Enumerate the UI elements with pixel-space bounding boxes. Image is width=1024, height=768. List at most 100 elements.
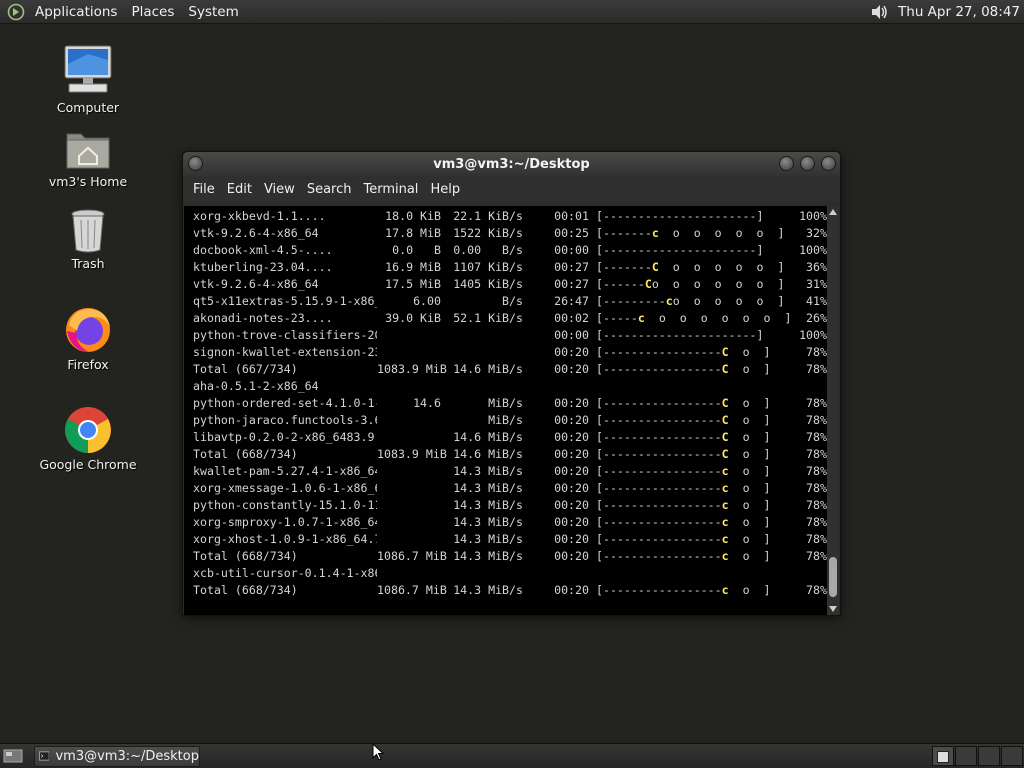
workspace-2[interactable]	[955, 746, 977, 766]
progress-bar-rest: o ]	[728, 532, 771, 546]
volume-icon[interactable]	[868, 1, 890, 23]
package-size	[377, 429, 441, 446]
progress-bar-rest: o ]	[728, 498, 771, 512]
download-speed: 1522 KiB/s	[453, 226, 523, 240]
package-size	[377, 463, 441, 480]
progress-bar: [----------------------]	[589, 208, 789, 225]
package-name: ktuberling-23.04....	[193, 260, 333, 274]
progress-bar: [-----------------C o ]	[589, 361, 789, 378]
package-size	[377, 497, 441, 514]
download-eta: 00:20	[554, 362, 589, 376]
progress-bar-rest: o ]	[728, 362, 771, 376]
progress-bar: [-----------------C o ]	[589, 395, 789, 412]
download-speed: 14.3 MiB/s	[453, 583, 523, 597]
package-name: qt5-x11extras-5.15.9-1-x86_64iB	[193, 294, 377, 308]
progress-bar-fill: [----------------------	[589, 328, 757, 342]
terminal-scrollbar[interactable]	[827, 206, 839, 615]
progress-pacman: c	[665, 294, 673, 308]
terminal-line: python-ordered-set-4.1.0-1-anyB 14.6 MiB/s…	[193, 395, 827, 412]
download-eta: 00:01	[554, 209, 589, 223]
progress-bar-fill: [-------	[589, 226, 652, 240]
download-speed: 52.1 KiB/s	[453, 311, 523, 325]
trash-icon	[71, 209, 105, 253]
progress-bar-fill: [-----------------	[589, 532, 722, 546]
top-panel: Applications Places System Thu Apr 27, 0…	[0, 0, 1024, 24]
window-titlebar[interactable]: vm3@vm3:~/Desktop	[183, 152, 840, 176]
package-size: 18.0 KiB	[385, 209, 441, 223]
progress-bar-fill	[589, 566, 596, 580]
menu-file[interactable]: File	[187, 182, 221, 197]
progress-bar-fill: [-----------------	[589, 583, 722, 597]
menu-search[interactable]: Search	[301, 182, 358, 197]
progress-bar: [-------c o o o o o ]	[589, 225, 789, 242]
download-eta: 00:20	[554, 549, 589, 563]
distro-logo-icon[interactable]	[4, 0, 28, 24]
terminal-line: xorg-xhost-1.0.9-1-x86_64.7 MiB 14.3 MiB/…	[193, 531, 827, 548]
menu-system[interactable]: System	[181, 0, 245, 24]
progress-bar-fill: [-----------------	[589, 430, 722, 444]
progress-percent: 78%	[806, 549, 827, 563]
download-eta: 00:20	[554, 447, 589, 461]
menu-places[interactable]: Places	[124, 0, 181, 24]
workspace-3[interactable]	[978, 746, 1000, 766]
progress-bar-rest: o ]	[728, 583, 771, 597]
desktop-icon-firefox[interactable]: Firefox	[28, 305, 148, 372]
menu-view[interactable]: View	[258, 182, 301, 197]
scroll-down-icon[interactable]	[827, 603, 839, 615]
menu-edit[interactable]: Edit	[221, 182, 258, 197]
menu-applications[interactable]: Applications	[28, 0, 124, 24]
progress-bar-fill: [------	[589, 277, 645, 291]
download-speed: MiB/s	[488, 413, 523, 427]
download-eta	[523, 378, 589, 395]
progress-bar-fill: [-----------------	[589, 515, 722, 529]
download-speed: MiB/s	[488, 396, 523, 410]
window-title: vm3@vm3:~/Desktop	[433, 156, 590, 172]
desktop-icon-computer[interactable]: Computer	[28, 44, 148, 115]
download-speed: 22.1 KiB/s	[453, 209, 523, 223]
progress-pacman: C	[721, 413, 729, 427]
close-icon[interactable]	[821, 156, 836, 171]
workspace-4[interactable]	[1001, 746, 1023, 766]
package-name: xorg-xmessage-1.0.6-1-x86_64MiB	[193, 481, 377, 495]
progress-bar: [-----------------c o ]	[589, 548, 789, 565]
progress-percent: 36%	[806, 260, 827, 274]
maximize-icon[interactable]	[800, 156, 815, 171]
show-desktop-icon[interactable]	[0, 744, 26, 768]
desktop-icon-trash[interactable]: Trash	[28, 208, 148, 271]
download-speed: 0.00 B/s	[453, 243, 523, 257]
menu-terminal[interactable]: Terminal	[357, 182, 424, 197]
menu-help[interactable]: Help	[424, 182, 466, 197]
progress-pacman: c	[721, 464, 729, 478]
taskbar-window-terminal[interactable]: vm3@vm3:~/Desktop	[34, 745, 200, 767]
package-size	[377, 480, 441, 497]
terminal-output[interactable]: xorg-xkbevd-1.1.... 18.0 KiB 22.1 KiB/s 00:…	[184, 206, 839, 615]
progress-bar-fill: [-----------------	[589, 345, 722, 359]
package-name: Total (668/734)	[193, 583, 298, 597]
desktop-icon-chrome[interactable]: Google Chrome	[28, 405, 148, 472]
package-name: libavtp-0.2.0-2-x86_6483.9 MiB	[193, 430, 375, 444]
package-name: xorg-smproxy-1.0.7-1-x86_64 MiB	[193, 515, 377, 529]
scroll-up-icon[interactable]	[827, 206, 839, 218]
workspace-1[interactable]	[932, 746, 954, 766]
progress-pacman: c	[651, 226, 659, 240]
download-eta: 00:20	[554, 583, 589, 597]
workspace-switcher[interactable]	[932, 746, 1024, 766]
package-name: Total (668/734)	[193, 549, 298, 563]
download-eta: 00:25	[554, 226, 589, 240]
home-folder-icon	[66, 133, 110, 169]
terminal-line: libavtp-0.2.0-2-x86_6483.9 MiB 14.6 MiB/s…	[193, 429, 827, 446]
minimize-icon[interactable]	[779, 156, 794, 171]
desktop-icon-home[interactable]: vm3's Home	[28, 128, 148, 189]
package-name: python-trove-classifiers-2023.4.18-1-any…	[193, 328, 377, 342]
terminal-line: python-constantly-15.1.0-11-any 14.3 MiB/…	[193, 497, 827, 514]
download-eta: 00:20	[554, 498, 589, 512]
terminal-line: xorg-xmessage-1.0.6-1-x86_64MiB 14.3 MiB/…	[193, 480, 827, 497]
progress-bar-rest: o o o o o o ]	[651, 277, 785, 291]
progress-percent: 78%	[806, 481, 827, 495]
terminal-window[interactable]: vm3@vm3:~/Desktop File Edit View Search …	[182, 151, 841, 616]
clock[interactable]: Thu Apr 27, 08:47	[898, 4, 1024, 20]
window-menu-icon[interactable]	[188, 156, 203, 171]
scroll-thumb[interactable]	[829, 557, 837, 597]
progress-bar-rest: o ]	[728, 430, 771, 444]
progress-bar: [-----------------c o ]	[589, 582, 789, 599]
